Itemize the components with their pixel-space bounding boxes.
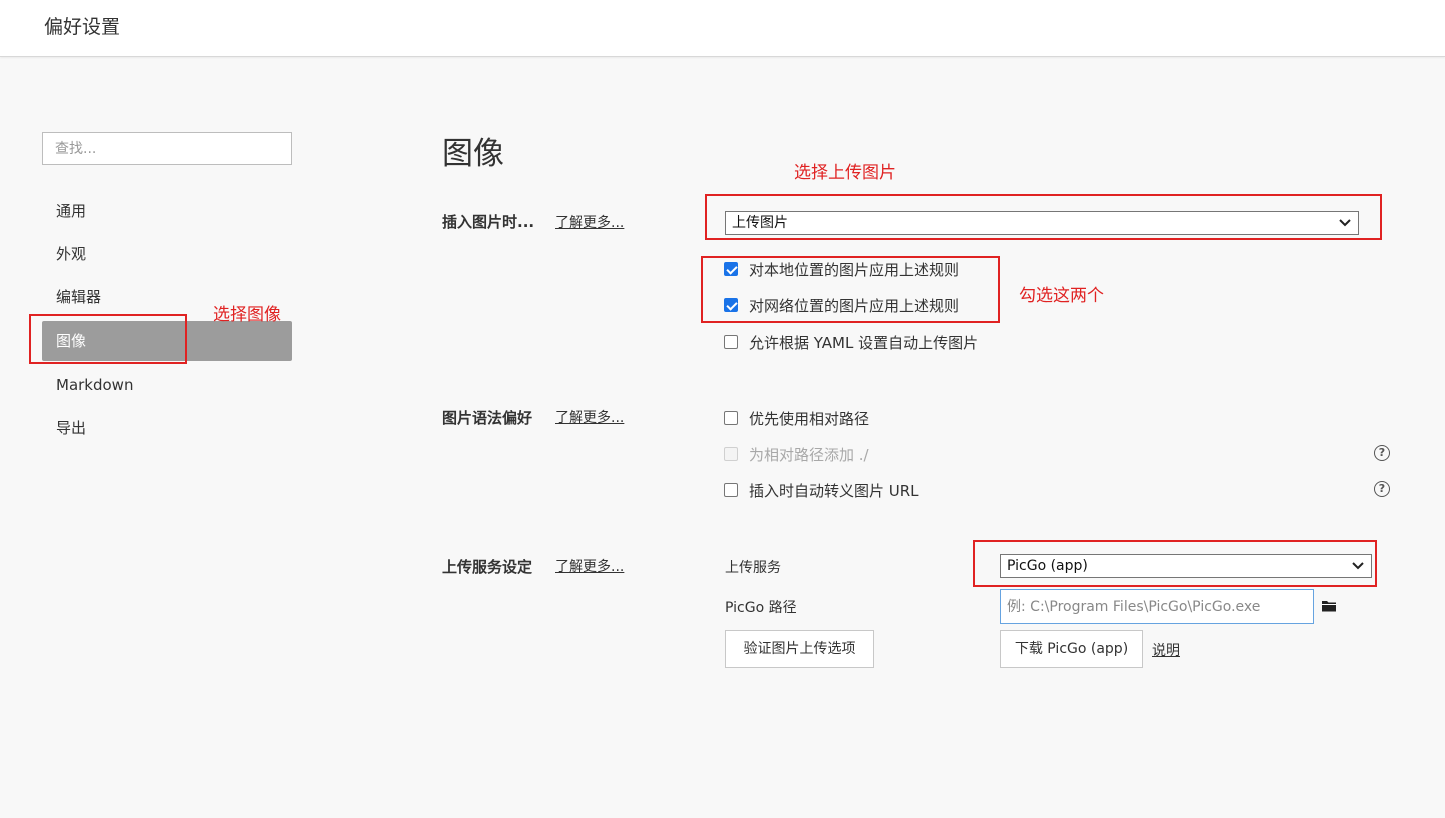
annotation-check-both: 勾选这两个 [1019,286,1104,306]
upload-service-value: PicGo (app) [1007,558,1088,574]
upload-learn-more-link[interactable]: 了解更多... [555,556,624,576]
download-picgo-button[interactable]: 下载 PicGo (app) [1000,630,1143,668]
upload-service-label: 上传服务 [725,560,781,576]
annotation-select-image: 选择图像 [213,305,281,325]
chevron-down-icon [1352,562,1364,570]
annotation-box-checkboxes [701,256,1000,323]
checkbox-relative-path-label: 优先使用相对路径 [749,409,870,428]
explain-link[interactable]: 说明 [1152,640,1180,660]
page-title: 图像 [442,136,504,172]
help-icon[interactable]: ? [1374,445,1390,461]
picgo-path-input[interactable] [1000,589,1314,624]
search-input[interactable] [42,132,292,165]
checkbox-dot-slash: 为相对路径添加 ./ [724,443,869,465]
sidebar-item-appearance[interactable]: 外观 [42,234,292,274]
help-icon[interactable]: ? [1374,481,1390,497]
annotation-select-upload: 选择上传图片 [794,163,896,183]
insert-action-value: 上传图片 [732,215,788,231]
sidebar-item-export[interactable]: 导出 [42,408,292,448]
picgo-path-label: PicGo 路径 [725,600,797,616]
checkbox-relative-path[interactable]: 优先使用相对路径 [724,407,869,429]
checkbox-yaml-upload-box[interactable] [724,335,738,349]
checkbox-escape-url[interactable]: 插入时自动转义图片 URL [724,479,919,501]
syntax-learn-more-link[interactable]: 了解更多... [555,407,624,427]
checkbox-escape-url-box[interactable] [724,483,738,497]
upload-service-select[interactable]: PicGo (app) [1000,554,1372,578]
insert-learn-more-link[interactable]: 了解更多... [555,212,624,232]
upload-section-label: 上传服务设定 [442,558,533,576]
checkbox-escape-url-label: 插入时自动转义图片 URL [749,481,919,500]
title-bar: 偏好设置 [0,0,1445,57]
checkbox-yaml-upload[interactable]: 允许根据 YAML 设置自动上传图片 [724,331,978,353]
window-title: 偏好设置 [44,16,121,38]
checkbox-relative-path-box[interactable] [724,411,738,425]
folder-icon[interactable] [1321,599,1337,613]
checkbox-dot-slash-label: 为相对路径添加 ./ [749,445,869,464]
chevron-down-icon [1339,219,1351,227]
insert-action-select[interactable]: 上传图片 [725,211,1359,235]
insert-section-label: 插入图片时... [442,213,535,231]
syntax-section-label: 图片语法偏好 [442,409,533,427]
verify-upload-button[interactable]: 验证图片上传选项 [725,630,874,668]
sidebar-item-markdown[interactable]: Markdown [42,365,292,405]
checkbox-yaml-upload-label: 允许根据 YAML 设置自动上传图片 [749,333,979,352]
annotation-box-image [29,314,187,364]
sidebar-item-general[interactable]: 通用 [42,191,292,231]
checkbox-dot-slash-box [724,447,738,461]
